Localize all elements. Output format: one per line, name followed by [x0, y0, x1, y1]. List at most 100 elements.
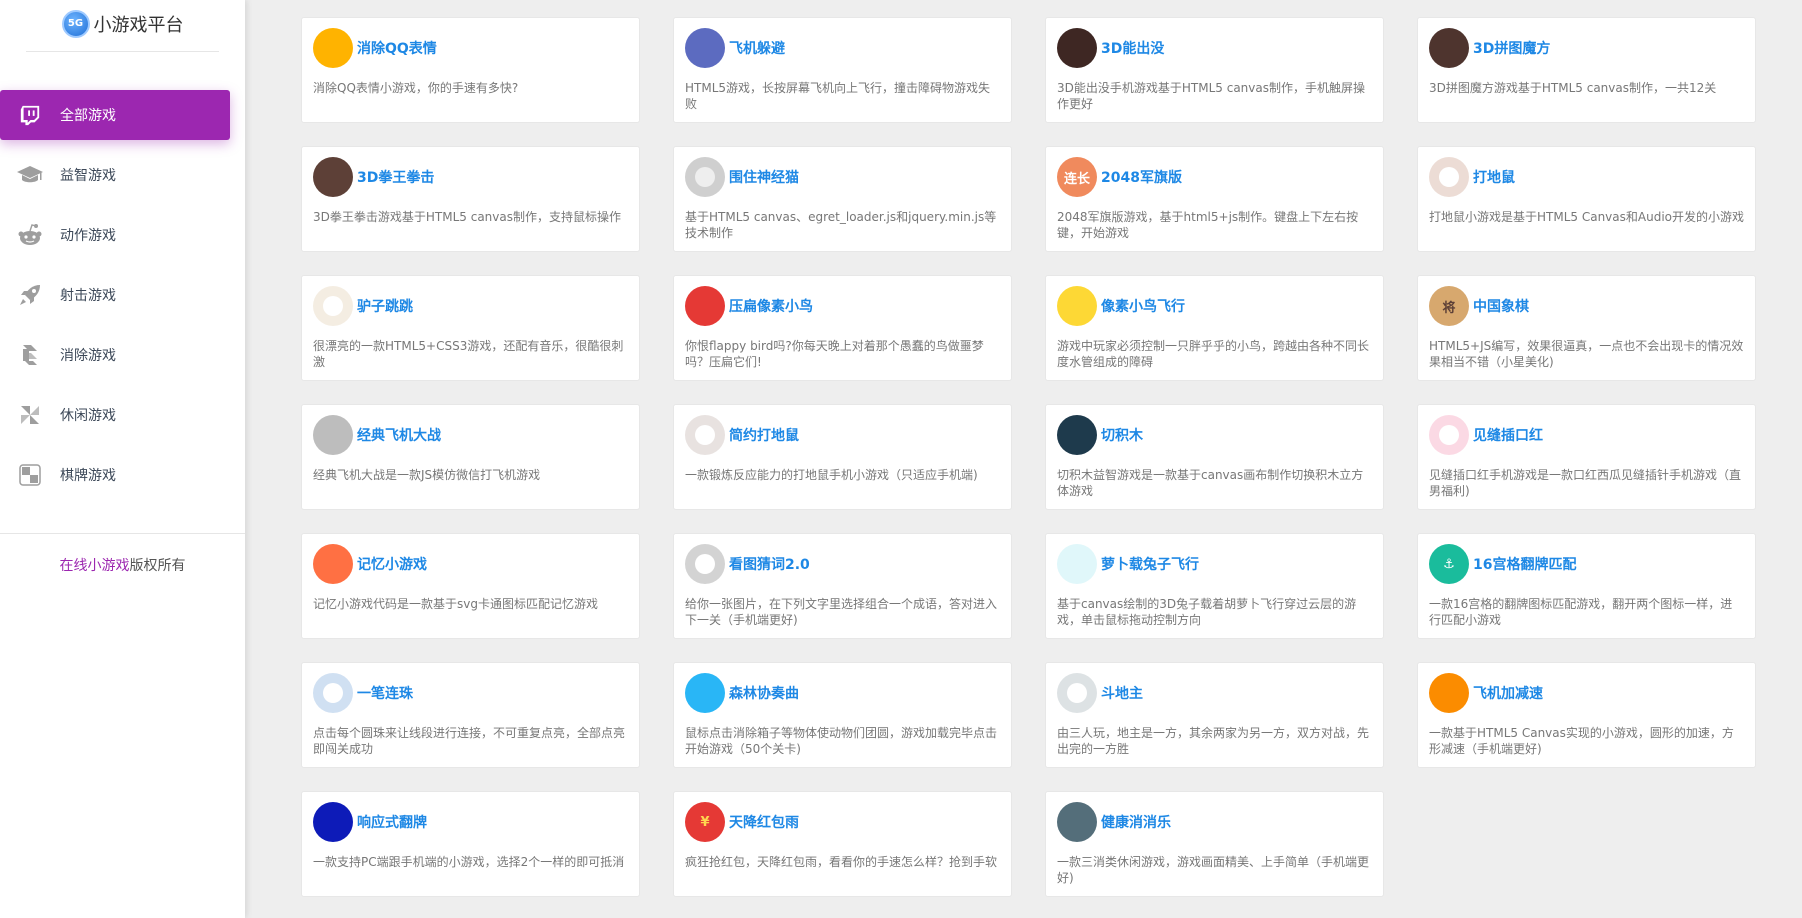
- game-card-header: 森林协奏曲: [685, 673, 1000, 713]
- game-card[interactable]: 森林协奏曲 鼠标点击消除箱子等物体使动物们团圆，游戏加载完毕点击开始游戏（50个关…: [673, 662, 1012, 768]
- nav-item-5[interactable]: 消除游戏: [0, 330, 245, 380]
- game-thumbnail-icon[interactable]: [685, 28, 725, 68]
- nav-item-2[interactable]: 益智游戏: [0, 150, 245, 200]
- game-card[interactable]: 萝卜载兔子飞行基于canvas绘制的3D兔子载着胡萝卜飞行穿过云层的游戏，单击鼠…: [1045, 533, 1384, 639]
- game-card[interactable]: 看图猜词2.0 给你一张图片，在下列文字里选择组合一个成语，答对进入下一关（手机端…: [673, 533, 1012, 639]
- game-card[interactable]: 3D拳王拳击 3D拳王拳击游戏基于HTML5 canvas制作，支持鼠标操作: [301, 146, 640, 252]
- game-thumbnail-icon[interactable]: [1057, 544, 1097, 584]
- game-title-link[interactable]: 经典飞机大战: [357, 425, 441, 445]
- game-thumbnail-icon[interactable]: [313, 157, 353, 197]
- game-title-link[interactable]: 驴子跳跳: [357, 296, 413, 316]
- game-title-link[interactable]: 一笔连珠: [357, 683, 413, 703]
- nav-item-3[interactable]: 动作游戏: [0, 210, 245, 260]
- game-card[interactable]: ¥ 天降红包雨 疯狂抢红包，天降红包雨，看看你的手速怎么样？抢到手软: [673, 791, 1012, 897]
- game-card[interactable]: 响应式翻牌 一款支持PC端跟手机端的小游戏，选择2个一样的即可抵消: [301, 791, 640, 897]
- game-thumbnail-icon[interactable]: [1429, 415, 1469, 455]
- game-thumbnail-icon[interactable]: [685, 286, 725, 326]
- game-title-link[interactable]: 萝卜载兔子飞行: [1101, 554, 1199, 574]
- game-card[interactable]: 健康消消乐 一款三消类休闲游戏，游戏画面精美、上手简单（手机端更好): [1045, 791, 1384, 897]
- game-title-link[interactable]: 2048军旗版: [1101, 167, 1182, 187]
- game-card[interactable]: 消除QQ表情 消除QQ表情小游戏，你的手速有多快?: [301, 17, 640, 123]
- game-title-link[interactable]: 消除QQ表情: [357, 38, 437, 58]
- game-description: 很漂亮的一款HTML5+CSS3游戏，还配有音乐，很酷很刺激: [313, 339, 624, 369]
- game-card[interactable]: 3D能出没 3D能出没手机游戏基于HTML5 canvas制作，手机触屏操作更好: [1045, 17, 1384, 123]
- game-title-link[interactable]: 飞机加减速: [1473, 683, 1543, 703]
- game-title-link[interactable]: 响应式翻牌: [357, 812, 427, 832]
- game-title-link[interactable]: 见缝插口红: [1473, 425, 1543, 445]
- game-card[interactable]: 将 中国象棋 HTML5+JS编写，效果很逼真，一点也不会出现卡的情况效果相当不错（…: [1417, 275, 1756, 381]
- twitch-icon: [16, 101, 44, 129]
- game-thumbnail-icon[interactable]: [313, 415, 353, 455]
- game-thumbnail-icon[interactable]: [685, 415, 725, 455]
- game-card[interactable]: 3D拼图魔方 3D拼图魔方游戏基于HTML5 canvas制作，一共12关: [1417, 17, 1756, 123]
- game-thumbnail-icon[interactable]: [685, 544, 725, 584]
- game-thumbnail-icon[interactable]: [685, 673, 725, 713]
- game-thumbnail-icon[interactable]: [685, 157, 725, 197]
- game-card[interactable]: 飞机加减速 一款基于HTML5 Canvas实现的小游戏，圆形的加速，方形减速（手…: [1417, 662, 1756, 768]
- game-card[interactable]: 一笔连珠 点击每个圆珠来让线段进行连接，不可重复点亮，全部点亮即闯关成功: [301, 662, 640, 768]
- game-thumbnail-icon[interactable]: [1057, 415, 1097, 455]
- game-card[interactable]: 简约打地鼠一款锻炼反应能力的打地鼠手机小游戏（只适应手机端): [673, 404, 1012, 510]
- game-thumbnail-icon[interactable]: [313, 28, 353, 68]
- game-card[interactable]: 见缝插口红 见缝插口红手机游戏是一款口红西瓜见缝插针手机游戏（直男福利): [1417, 404, 1756, 510]
- nav-item-4[interactable]: 射击游戏: [0, 270, 245, 320]
- game-card[interactable]: 飞机躲避 HTML5游戏，长按屏幕飞机向上飞行，撞击障碍物游戏失败: [673, 17, 1012, 123]
- game-description: 基于canvas绘制的3D兔子载着胡萝卜飞行穿过云层的游戏，单击鼠标拖动控制方向: [1057, 597, 1357, 627]
- game-title-link[interactable]: 打地鼠: [1473, 167, 1515, 187]
- game-title-link[interactable]: 简约打地鼠: [729, 425, 799, 445]
- game-thumbnail-icon[interactable]: [1057, 286, 1097, 326]
- game-thumbnail-icon[interactable]: [1429, 28, 1469, 68]
- game-title-link[interactable]: 看图猜词2.0: [729, 554, 810, 574]
- game-grid: 消除QQ表情 消除QQ表情小游戏，你的手速有多快? 飞机躲避 HTML5游戏，长按屏幕…: [301, 17, 1756, 897]
- nav-item-6[interactable]: 休闲游戏: [0, 390, 245, 440]
- game-thumbnail-icon[interactable]: 连长: [1057, 157, 1097, 197]
- game-card[interactable]: 连长 2048军旗版 2048军旗版游戏，基于html5+js制作。键盘上下左右按键…: [1045, 146, 1384, 252]
- game-card[interactable]: 打地鼠 打地鼠小游戏是基于HTML5 Canvas和Audio开发的小游戏: [1417, 146, 1756, 252]
- game-card[interactable]: 切积木 切积木益智游戏是一款基于canvas画布制作切换积木立方体游戏: [1045, 404, 1384, 510]
- game-thumbnail-icon[interactable]: [313, 544, 353, 584]
- game-card[interactable]: 驴子跳跳很漂亮的一款HTML5+CSS3游戏，还配有音乐，很酷很刺激: [301, 275, 640, 381]
- game-thumbnail-icon[interactable]: [1429, 673, 1469, 713]
- game-title-link[interactable]: 健康消消乐: [1101, 812, 1171, 832]
- game-thumbnail-icon[interactable]: [1057, 673, 1097, 713]
- game-title-link[interactable]: 飞机躲避: [729, 38, 785, 58]
- game-card[interactable]: 围住神经猫 基于HTML5 canvas、egret_loader.js和jque…: [673, 146, 1012, 252]
- game-thumbnail-icon[interactable]: 将: [1429, 286, 1469, 326]
- nav-item-7[interactable]: 棋牌游戏: [0, 450, 245, 500]
- game-thumbnail-icon[interactable]: [1057, 802, 1097, 842]
- game-card[interactable]: 记忆小游戏 记忆小游戏代码是一款基于svg卡通图标匹配记忆游戏: [301, 533, 640, 639]
- game-title-link[interactable]: 切积木: [1101, 425, 1143, 445]
- game-description: 一款锻炼反应能力的打地鼠手机小游戏（只适应手机端): [685, 468, 978, 482]
- game-card-header: 像素小鸟飞行: [1057, 286, 1372, 326]
- game-title-link[interactable]: 森林协奏曲: [729, 683, 799, 703]
- game-title-link[interactable]: 3D拳王拳击: [357, 167, 434, 187]
- game-card-header: 经典飞机大战: [313, 415, 628, 455]
- game-title-link[interactable]: 3D能出没: [1101, 38, 1164, 58]
- game-thumbnail-icon[interactable]: [313, 286, 353, 326]
- game-thumbnail-icon[interactable]: [1057, 28, 1097, 68]
- copyright-link[interactable]: 在线小游戏: [60, 558, 130, 574]
- game-card[interactable]: 像素小鸟飞行 游戏中玩家必须控制一只胖乎乎的小鸟，跨越由各种不同长度水管组成的障碍: [1045, 275, 1384, 381]
- game-card[interactable]: 斗地主由三人玩，地主是一方，其余两家为另一方，双方对战，先出完的一方胜: [1045, 662, 1384, 768]
- game-thumbnail-icon[interactable]: [313, 802, 353, 842]
- game-description: 由三人玩，地主是一方，其余两家为另一方，双方对战，先出完的一方胜: [1057, 726, 1370, 756]
- nav-item-1[interactable]: 全部游戏: [0, 90, 230, 140]
- game-card[interactable]: 经典飞机大战 经典飞机大战是一款JS模仿微信打飞机游戏: [301, 404, 640, 510]
- game-title-link[interactable]: 中国象棋: [1473, 296, 1529, 316]
- logo-title: 小游戏平台: [93, 14, 184, 36]
- game-title-link[interactable]: 压扁像素小鸟: [729, 296, 813, 316]
- game-thumbnail-icon[interactable]: ⚓: [1429, 544, 1469, 584]
- game-card[interactable]: ⚓ 16宫格翻牌匹配 一款16宫格的翻牌图标匹配游戏，翻开两个图标一样，进行匹配小游…: [1417, 533, 1756, 639]
- game-title-link[interactable]: 记忆小游戏: [357, 554, 427, 574]
- game-thumbnail-icon[interactable]: [313, 673, 353, 713]
- game-title-link[interactable]: 16宫格翻牌匹配: [1473, 554, 1576, 574]
- game-title-link[interactable]: 天降红包雨: [729, 812, 799, 832]
- game-thumbnail-icon[interactable]: [1429, 157, 1469, 197]
- game-thumbnail-icon[interactable]: ¥: [685, 802, 725, 842]
- logo[interactable]: 5G 小游戏平台: [26, 0, 219, 52]
- game-title-link[interactable]: 斗地主: [1101, 683, 1143, 703]
- game-card[interactable]: 压扁像素小鸟 你恨flappy bird吗?你每天晚上对着那个愚蠢的鸟做噩梦吗？压…: [673, 275, 1012, 381]
- game-title-link[interactable]: 3D拼图魔方: [1473, 38, 1550, 58]
- game-title-link[interactable]: 像素小鸟飞行: [1101, 296, 1185, 316]
- game-title-link[interactable]: 围住神经猫: [729, 167, 799, 187]
